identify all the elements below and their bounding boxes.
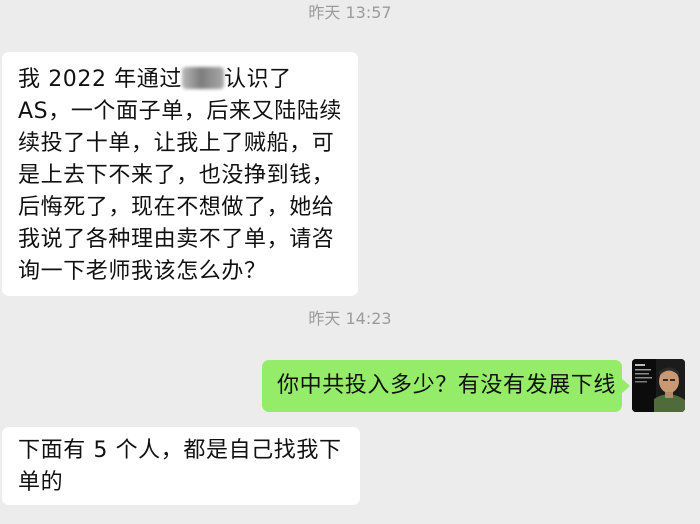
message-text: 我 2022 年通过 bbox=[18, 67, 182, 92]
outgoing-message-bubble[interactable]: 你中共投入多少？有没有发展下线 bbox=[262, 360, 630, 412]
incoming-message-bubble[interactable]: 下面有 5 个人，都是自己找我下单的 bbox=[2, 427, 360, 505]
message-text-continued: 认识了 AS，一个面子单，后来又陆陆续续投了十单，让我上了贼船，可是上去下不来了… bbox=[18, 67, 343, 284]
avatar-photo-icon bbox=[632, 359, 685, 412]
timestamp: 昨天 14:23 bbox=[308, 309, 392, 328]
redacted-name-blur bbox=[181, 67, 224, 89]
message-text: 下面有 5 个人，都是自己找我下单的 bbox=[18, 438, 342, 495]
message-text: 你中共投入多少？有没有发展下线 bbox=[277, 373, 617, 398]
incoming-message-bubble[interactable]: 我 2022 年通过 认识了 AS，一个面子单，后来又陆陆续续投了十单，让我上了贼… bbox=[2, 52, 358, 296]
timestamp: 昨天 13:57 bbox=[308, 3, 392, 22]
avatar[interactable] bbox=[632, 359, 685, 412]
